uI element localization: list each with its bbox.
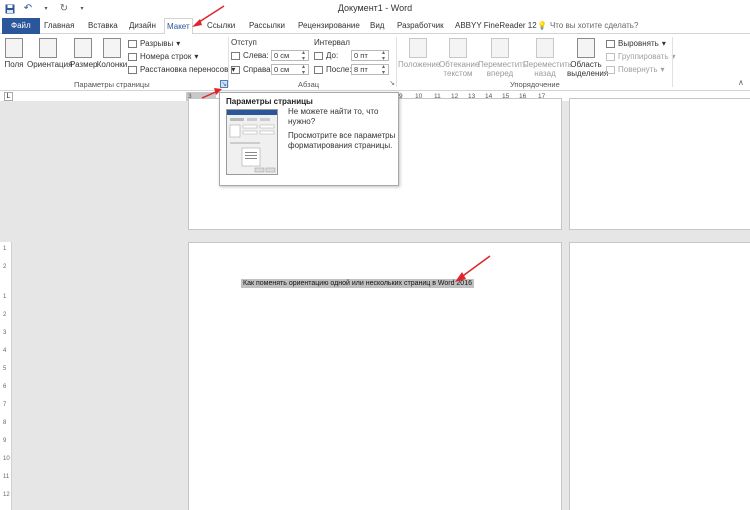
- tab-selector[interactable]: L: [4, 92, 13, 101]
- breaks-icon: [128, 39, 137, 48]
- tell-me-box[interactable]: 💡 Что вы хотите сделать?: [537, 18, 638, 34]
- ruler-number: 3: [3, 330, 7, 336]
- ruler-number: 12: [3, 492, 10, 498]
- columns-icon: [103, 38, 121, 58]
- tab-design[interactable]: Дизайн: [127, 18, 158, 34]
- margins-icon: [5, 38, 23, 58]
- ruler-number: 7: [3, 402, 7, 408]
- group-button[interactable]: Группировать ▾: [606, 51, 676, 62]
- ruler-number: 1: [3, 294, 7, 300]
- position-icon: [409, 38, 427, 58]
- indent-left-input[interactable]: 0 см: [271, 50, 309, 62]
- dialog-preview-image: [226, 109, 278, 175]
- ruler-number: 1: [3, 246, 7, 252]
- vertical-ruler[interactable]: 1 2 1 2 3 4 5 6 7 8 9 10 11 12: [0, 242, 12, 510]
- selection-pane-button[interactable]: Область выделения: [567, 38, 608, 78]
- annotation-arrow-tab: [192, 5, 225, 27]
- tooltip-description: Просмотрите все параметры форматирования…: [288, 131, 396, 150]
- line-numbers-button[interactable]: Номера строк ▾: [128, 51, 198, 62]
- bring-forward-icon: [491, 38, 509, 58]
- tab-view[interactable]: Вид: [368, 18, 386, 34]
- annotation-arrow-launcher: [201, 88, 222, 99]
- indent-header: Отступ: [231, 38, 257, 47]
- group-icon: [606, 52, 615, 61]
- indent-left-icon: [231, 51, 240, 60]
- hyphenation-button[interactable]: Расстановка переносов ▾: [128, 64, 235, 75]
- page-setup-group-label: Параметры страницы: [74, 80, 150, 89]
- paragraph-group-label: Абзац: [298, 80, 320, 89]
- ribbon-layout: Поля Ориентация Размер Колонки Разрывы ▾ …: [0, 34, 750, 91]
- align-button[interactable]: Выровнять ▾: [606, 38, 666, 49]
- tell-me-text: Что вы хотите сделать?: [549, 21, 639, 30]
- page[interactable]: [569, 242, 750, 510]
- window-title: Документ1 - Word: [337, 3, 413, 13]
- tab-insert[interactable]: Вставка: [86, 18, 120, 34]
- ruler-number: 2: [3, 264, 7, 270]
- paragraph-dialog-launcher[interactable]: ↘: [388, 80, 396, 88]
- hyphenation-icon: [128, 65, 137, 74]
- ruler-number: 5: [3, 366, 7, 372]
- spacing-before-input[interactable]: 0 пт: [351, 50, 389, 62]
- indent-right-input[interactable]: 0 см: [271, 64, 309, 76]
- tab-abbyy[interactable]: ABBYY FineReader 12: [453, 18, 539, 34]
- columns-button[interactable]: Колонки: [96, 38, 128, 69]
- title-bar: ↶ ▾ ↻ ▾ Документ1 - Word: [0, 0, 750, 18]
- tab-mailings[interactable]: Рассылки: [247, 18, 287, 34]
- selection-pane-icon: [577, 38, 595, 58]
- arrange-group-label: Упорядочение: [510, 80, 560, 89]
- selected-text[interactable]: Как поменять ориентацию одной или нескол…: [241, 279, 474, 288]
- size-button[interactable]: Размер: [70, 38, 98, 69]
- indent-right-icon: [231, 65, 240, 74]
- annotation-arrow-text: [455, 255, 491, 282]
- spacing-after-input[interactable]: 8 пт: [351, 64, 389, 76]
- align-icon: [606, 39, 615, 48]
- wrap-text-icon: [449, 38, 467, 58]
- bring-forward-button[interactable]: Переместить вперед: [478, 38, 527, 78]
- orientation-button[interactable]: Ориентация: [27, 38, 72, 69]
- ruler-number: 6: [3, 384, 7, 390]
- ruler-number: 11: [3, 474, 10, 480]
- ruler-number: 10: [3, 456, 10, 462]
- group-separator: [396, 37, 397, 87]
- rotate-button[interactable]: Повернуть ▾: [606, 64, 665, 75]
- tooltip-text: Не можете найти то, что нужно?: [288, 107, 379, 126]
- spacing-header: Интервал: [314, 38, 350, 47]
- group-separator: [672, 37, 673, 87]
- tab-developer[interactable]: Разработчик: [395, 18, 446, 34]
- ribbon-tabs: Файл Главная Вставка Дизайн Макет Ссылки…: [0, 18, 750, 35]
- ruler-number: 4: [3, 348, 7, 354]
- spacing-after-icon: [314, 65, 323, 74]
- tab-review[interactable]: Рецензирование: [296, 18, 362, 34]
- line-numbers-icon: [128, 52, 137, 61]
- group-separator: [228, 37, 229, 87]
- rotate-icon: [606, 65, 615, 74]
- lightbulb-icon: 💡: [537, 21, 547, 30]
- send-backward-button[interactable]: Переместить назад: [523, 38, 572, 78]
- position-button[interactable]: Положение: [398, 38, 440, 69]
- page[interactable]: [569, 98, 750, 230]
- orientation-icon: [39, 38, 57, 58]
- tab-file[interactable]: Файл: [2, 18, 40, 34]
- spacing-before-label: До:: [314, 50, 338, 61]
- wrap-text-button[interactable]: Обтекание текстом: [439, 38, 479, 78]
- collapse-ribbon-icon[interactable]: ∧: [738, 78, 744, 87]
- send-backward-icon: [536, 38, 554, 58]
- spacing-before-icon: [314, 51, 323, 60]
- ruler-number: 9: [3, 438, 7, 444]
- tooltip-title: Параметры страницы: [226, 97, 313, 106]
- ruler-number: 8: [3, 420, 7, 426]
- ruler-number: 2: [3, 312, 7, 318]
- indent-left-label: Слева:: [231, 50, 269, 61]
- page-size-icon: [74, 38, 92, 58]
- margins-button[interactable]: Поля: [4, 38, 24, 69]
- breaks-button[interactable]: Разрывы ▾: [128, 38, 180, 49]
- tab-home[interactable]: Главная: [42, 18, 76, 34]
- indent-right-label: Справа:: [231, 64, 273, 75]
- page-setup-tooltip: Параметры страницы Не можете найти то, ч…: [219, 92, 399, 186]
- spacing-after-label: После:: [314, 64, 352, 75]
